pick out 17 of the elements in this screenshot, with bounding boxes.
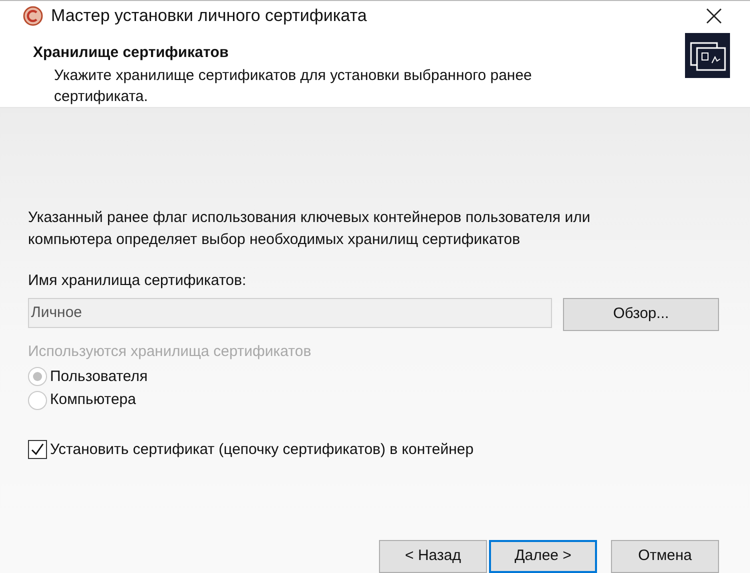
description-text: Указанный ранее флаг использования ключевых контейнеров пользователя или компьютера определяет выбор необходимых хранилищ сертификатов	[28, 208, 592, 250]
app-logo-icon	[23, 6, 43, 26]
group-label: Используются хранилища сертификатов	[28, 342, 312, 362]
browse-button[interactable]: Обзор...	[563, 298, 719, 331]
wizard-button[interactable]: Далее >	[489, 540, 597, 573]
certificate-icon	[685, 33, 730, 78]
page-heading: Хранилище сертификатов	[33, 43, 230, 63]
close-icon[interactable]	[706, 8, 722, 24]
field-label: Имя хранилища сертификатов:	[28, 270, 248, 290]
radio-label: Компьютера	[50, 390, 136, 410]
checkbox[interactable]	[28, 440, 47, 460]
radio-label: Пользователя	[50, 366, 148, 386]
wizard-button[interactable]: Отмена	[611, 540, 719, 573]
page-subtitle: Укажите хранилище сертификатов для установки выбранного ранее сертификата.	[54, 66, 533, 106]
window-title: Мастер установки личного сертификата	[51, 4, 367, 27]
wizard-button[interactable]: < Назад	[379, 540, 487, 573]
checkbox-label: Установить сертификат (цепочку сертификатов) в контейнер	[50, 440, 474, 460]
